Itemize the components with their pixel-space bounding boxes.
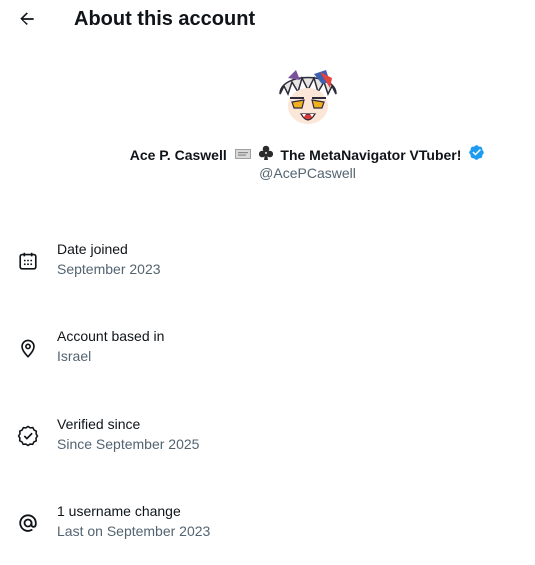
avatar[interactable] [274,64,342,132]
info-row-date-joined: Date joined September 2023 [0,240,535,290]
calendar-icon [19,252,37,270]
club-suit-icon [258,145,273,165]
display-name: Ace P. Caswell [129,146,227,163]
info-value: September 2023 [57,261,161,277]
info-value: Since September 2025 [57,436,200,452]
info-row-account-based-in: Account based in Israel [0,327,535,377]
page-title: About this account [74,8,256,30]
info-title: 1 username change [57,503,181,519]
at-sign-icon [19,514,37,532]
verified-outline-icon [17,425,39,447]
display-name-tagline: The MetaNavigator VTuber! [280,146,462,163]
info-title: Date joined [57,241,128,257]
info-value: Israel [57,348,92,364]
handle: @AcePCaswell [259,165,356,181]
arrow-left-icon [20,12,34,25]
verified-badge-icon[interactable] [468,144,485,165]
vtuber-avatar-icon [274,64,342,132]
page-header: About this account [0,0,535,40]
info-row-verified-since: Verified since Since September 2025 [0,415,535,465]
info-title: Verified since [57,416,141,432]
location-icon [21,339,35,358]
ticket-icon [234,146,251,164]
info-row-username-change: 1 username change Last on September 2023 [0,502,535,552]
back-button[interactable] [12,4,42,34]
info-title: Account based in [57,328,165,344]
handle-row: @AcePCaswell [0,164,535,182]
display-name-row: Ace P. Caswell The MetaNavigator VTuber! [0,144,535,165]
info-value: Last on September 2023 [57,523,211,539]
